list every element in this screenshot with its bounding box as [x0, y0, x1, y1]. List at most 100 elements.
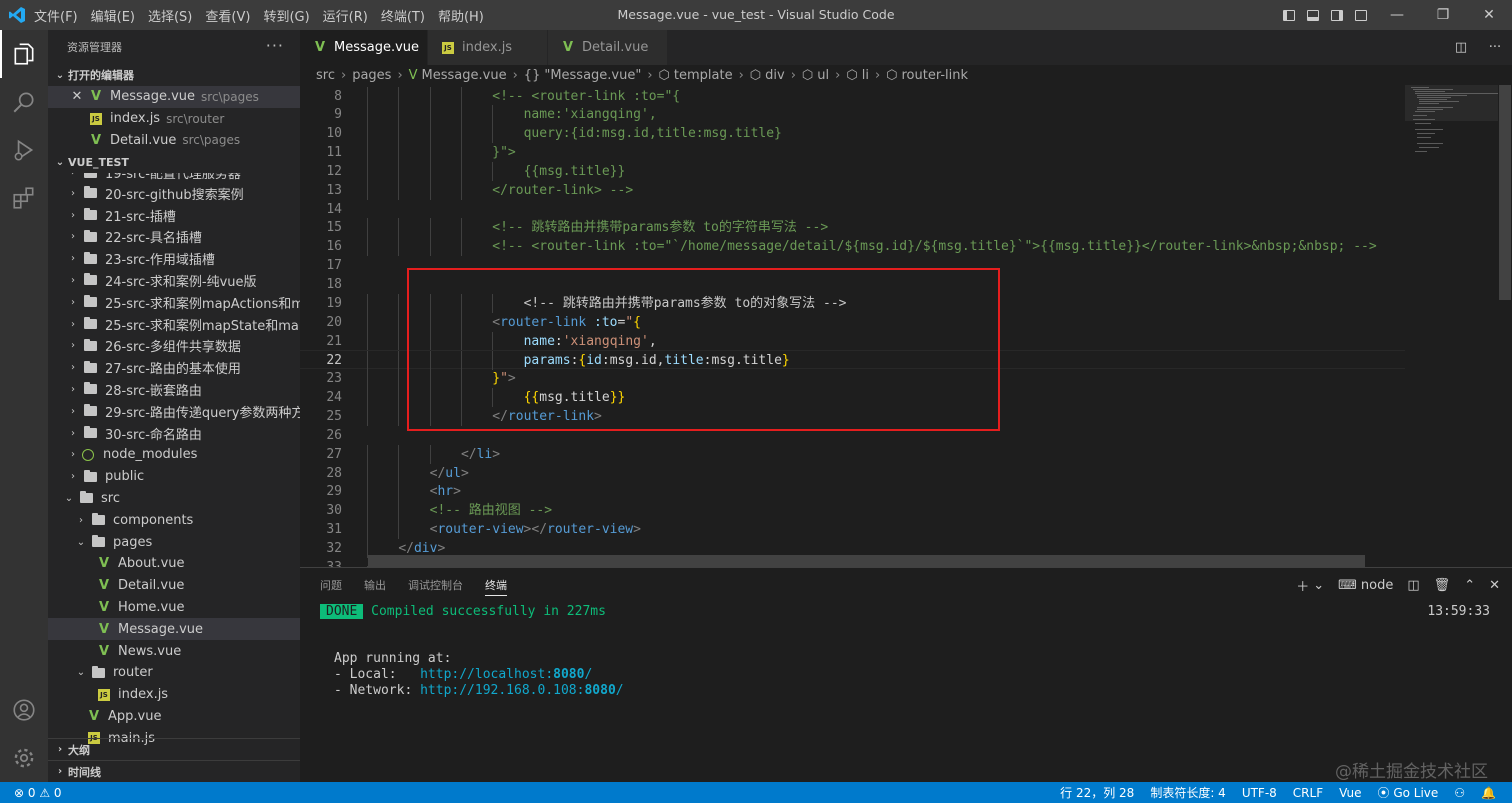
code-line[interactable]: 8 <!-- <router-link :to="{ [300, 86, 1405, 106]
chevron-down-icon[interactable]: ⌄ [1313, 578, 1324, 593]
local-port[interactable]: 8080 [553, 667, 584, 682]
restore-button[interactable]: ❐ [1420, 0, 1466, 30]
network-url-slash[interactable]: / [616, 683, 624, 698]
maximize-panel-icon[interactable]: ⌃ [1464, 578, 1475, 593]
folder-router[interactable]: ⌄ router [48, 662, 300, 684]
folder-pages[interactable]: ⌄ pages [48, 531, 300, 553]
editor-tab[interactable]: JS index.js [428, 30, 548, 65]
file-item[interactable]: V Message.vue [48, 618, 300, 641]
eol-status[interactable]: CRLF [1293, 786, 1323, 800]
terminal-name[interactable]: node [1361, 578, 1393, 593]
breadcrumb-item[interactable]: router-link [902, 68, 969, 83]
breadcrumb-item[interactable]: Message.vue [422, 68, 507, 83]
code-line[interactable]: 18 [300, 275, 1405, 294]
file-item[interactable]: V Home.vue [48, 597, 300, 619]
folder-item[interactable]: › 26-src-多组件共享数据 [48, 335, 300, 357]
code-line[interactable]: 21 name:'xiangqing', [300, 331, 1405, 351]
indentation-status[interactable]: 制表符长度: 4 [1150, 784, 1226, 801]
code-line[interactable]: 20 <router-link :to="{ [300, 312, 1405, 332]
network-port[interactable]: 8080 [584, 683, 615, 698]
language-mode[interactable]: Vue [1339, 786, 1361, 800]
code-line[interactable]: 27 </li> [300, 444, 1405, 464]
file-item[interactable]: JS index.js [48, 684, 300, 706]
code-editor[interactable]: 8 <!-- <router-link :to="{9 name:'xiangqin… [300, 85, 1512, 567]
split-terminal-icon[interactable]: ◫ [1407, 578, 1419, 593]
close-window-button[interactable]: ✕ [1466, 0, 1512, 30]
code-line[interactable]: 23}"> [300, 369, 1405, 389]
minimize-button[interactable]: — [1374, 0, 1420, 30]
editor-tab[interactable]: V Detail.vue [548, 30, 668, 65]
open-editors-section[interactable]: ⌄ 打开的编辑器 [48, 64, 300, 86]
minimap[interactable] [1405, 85, 1501, 567]
breadcrumb-item[interactable]: template [674, 68, 733, 83]
folder-item[interactable]: › 23-src-作用域插槽 [48, 248, 300, 270]
settings-gear-icon[interactable] [0, 734, 48, 782]
editor-tab[interactable]: VMessage.vue✕ [300, 30, 438, 65]
panel-tab[interactable]: 终端 [485, 568, 507, 602]
search-icon[interactable] [0, 78, 48, 126]
trash-icon[interactable]: 🗑 [1434, 578, 1451, 593]
menu-item[interactable]: 编辑(E) [91, 10, 135, 25]
panel-tab[interactable]: 调试控制台 [408, 568, 463, 602]
breadcrumb-item[interactable]: li [862, 68, 869, 83]
menu-item[interactable]: 选择(S) [148, 10, 192, 25]
code-line[interactable]: 14 [300, 200, 1405, 219]
code-line[interactable]: 12 {{msg.title}} [300, 161, 1405, 181]
notifications-bell-icon[interactable]: 🔔 [1481, 786, 1496, 800]
vertical-scrollbar[interactable] [1498, 85, 1512, 567]
file-item[interactable]: V App.vue [48, 706, 300, 728]
breadcrumb-item[interactable]: pages [352, 68, 391, 83]
extensions-icon[interactable] [0, 174, 48, 222]
breadcrumb-item[interactable]: src [316, 68, 335, 83]
breadcrumb-item[interactable]: "Message.vue" [544, 68, 641, 83]
file-item[interactable]: V Detail.vue [48, 575, 300, 597]
go-live-button[interactable]: ⦿ Go Live [1378, 784, 1439, 801]
code-line[interactable]: 17 [300, 256, 1405, 275]
code-line[interactable]: 11}"> [300, 143, 1405, 163]
vertical-scrollbar-thumb[interactable] [1499, 85, 1511, 300]
folder-node-modules[interactable]: › node_modules [48, 444, 300, 466]
code-line[interactable]: 10 query:{id:msg.id,title:msg.title} [300, 124, 1405, 144]
code-line[interactable]: 31 <router-view></router-view> [300, 520, 1405, 540]
folder-item[interactable]: › 20-src-github搜索案例 [48, 182, 300, 204]
new-terminal-icon[interactable]: ＋ [1296, 576, 1309, 595]
menu-item[interactable]: 帮助(H) [438, 10, 484, 25]
toggle-sidebar-icon[interactable] [1278, 0, 1300, 30]
breadcrumb-item[interactable]: ul [817, 68, 829, 83]
folder-components[interactable]: › components [48, 509, 300, 531]
folder-item[interactable]: › 29-src-路由传递query参数两种方... [48, 400, 300, 422]
toggle-secondary-sidebar-icon[interactable] [1326, 0, 1348, 30]
code-line[interactable]: 30 <!-- 路由视图 --> [300, 501, 1405, 521]
explorer-icon[interactable] [0, 30, 48, 78]
close-icon[interactable]: ✕ [70, 89, 84, 104]
local-url-slash[interactable]: / [584, 667, 592, 682]
menu-item[interactable]: 运行(R) [323, 10, 368, 25]
folder-item[interactable]: › 28-src-嵌套路由 [48, 379, 300, 401]
folder-item[interactable]: › 21-src-插槽 [48, 204, 300, 226]
timeline-section[interactable]: › 时间线 [48, 760, 300, 782]
toggle-panel-icon[interactable] [1302, 0, 1324, 30]
code-line[interactable]: 22 params:{id:msg.id,title:msg.title} [300, 350, 1405, 371]
menu-item[interactable]: 转到(G) [263, 10, 309, 25]
code-line[interactable]: 19 <!-- 跳转路由并携带params参数 to的对象写法 --> [300, 293, 1405, 313]
code-line[interactable]: 29 <hr> [300, 482, 1405, 502]
panel-tab[interactable]: 问题 [320, 568, 342, 602]
code-line[interactable]: 26 [300, 426, 1405, 445]
folder-public[interactable]: › public [48, 466, 300, 488]
code-line[interactable]: 24 {{msg.title}} [300, 388, 1405, 408]
close-panel-icon[interactable]: ✕ [1489, 578, 1500, 593]
terminal-output[interactable]: DONE Compiled successfully in 227ms 13:59… [320, 604, 1512, 699]
feedback-icon[interactable]: ⚇ [1454, 786, 1465, 800]
outline-section[interactable]: › 大纲 [48, 738, 300, 760]
more-actions-icon[interactable]: ··· [266, 36, 284, 55]
code-line[interactable]: 9 name:'xiangqing', [300, 105, 1405, 125]
encoding-status[interactable]: UTF-8 [1242, 786, 1277, 800]
account-icon[interactable] [0, 686, 48, 734]
customize-layout-icon[interactable] [1350, 0, 1372, 30]
horizontal-scrollbar[interactable] [368, 555, 1365, 567]
folder-item[interactable]: › 25-src-求和案例mapActions和ma... [48, 291, 300, 313]
open-editor-item[interactable]: ✕ V Message.vue src\pages [48, 86, 300, 108]
file-item[interactable]: V News.vue [48, 640, 300, 662]
open-editor-item[interactable]: JS index.js src\router [48, 108, 300, 130]
code-line[interactable]: 28 </ul> [300, 463, 1405, 483]
